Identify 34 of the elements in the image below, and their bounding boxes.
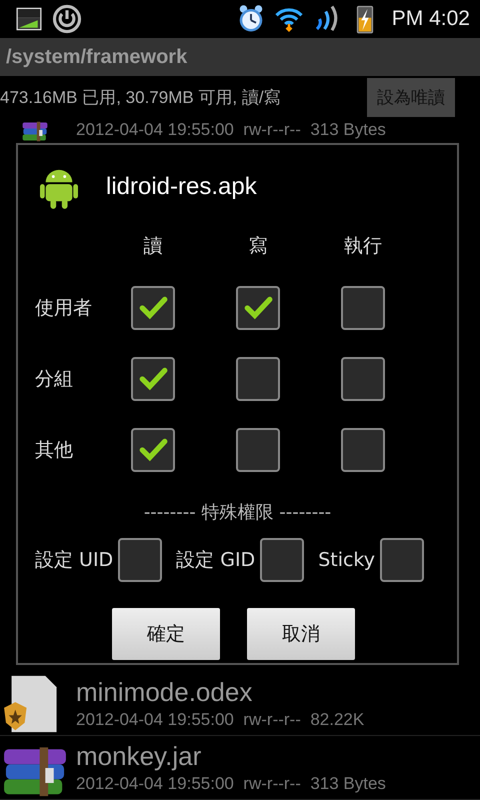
dialog-title: lidroid-res.apk [106, 173, 257, 201]
checkbox[interactable] [131, 428, 175, 472]
checkbox[interactable] [341, 357, 385, 401]
file-details: 2012-04-04 19:55:00 rw-r--r-- 82.22K [76, 708, 364, 730]
checkbox[interactable] [236, 357, 280, 401]
file-name: monkey.jar [76, 740, 202, 772]
file-details: 2012-04-04 19:55:00 rw-r--r-- 313 Bytes [76, 772, 386, 794]
power-icon [52, 4, 82, 34]
column-header: 讀 [142, 234, 164, 259]
row-label: 分組 [35, 367, 74, 392]
path-bar: /system/framework [0, 38, 480, 76]
checkbox[interactable] [236, 428, 280, 472]
checkbox[interactable] [341, 286, 385, 330]
row-label: 使用者 [35, 296, 93, 321]
dialog-button[interactable]: 確定 [112, 608, 220, 660]
section-header: -------- 特殊權限 -------- [142, 501, 332, 524]
option-label: 設定 GID [176, 548, 256, 573]
checkbox[interactable] [380, 538, 424, 582]
row-label: 其他 [35, 438, 74, 463]
checkbox[interactable] [341, 428, 385, 472]
file-details: 2012-04-04 19:55:00 rw-r--r-- 313 Bytes [76, 119, 386, 141]
column-header: 寫 [248, 234, 268, 259]
option-label: 設定 UID [35, 548, 114, 573]
checkbox[interactable] [236, 286, 280, 330]
checkbox[interactable] [131, 286, 175, 330]
option-label: Sticky [318, 549, 375, 571]
file-name: minimode.odex [76, 676, 254, 708]
checkbox[interactable] [260, 538, 304, 582]
status-time: PM 4:02 [392, 7, 470, 31]
storage-info: 473.16MB 已用, 30.79MB 可用, 讀/寫 [0, 86, 281, 108]
checkbox[interactable] [131, 357, 175, 401]
dialog-button[interactable]: 取消 [247, 608, 355, 660]
column-header: 執行 [343, 234, 383, 259]
checkbox[interactable] [118, 538, 162, 582]
